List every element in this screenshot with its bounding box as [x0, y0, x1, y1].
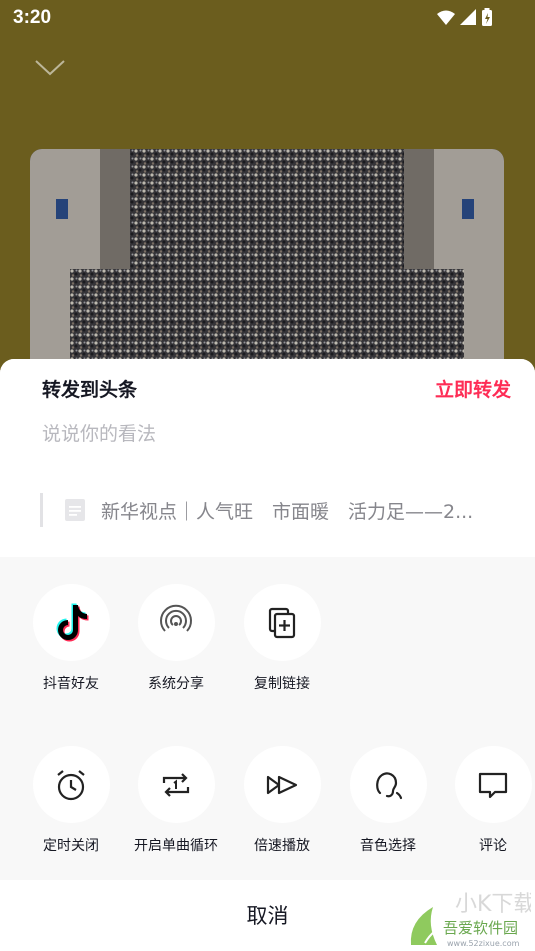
status-time: 3:20 — [13, 7, 52, 28]
quoted-article: 新华视点｜人气旺 市面暖 活力足——2... — [40, 493, 510, 527]
share-system[interactable]: 系统分享 — [116, 584, 236, 693]
repeat-one-icon — [162, 772, 190, 797]
article-icon — [65, 499, 85, 521]
share-douyin-friends[interactable]: 抖音好友 — [11, 584, 131, 693]
voice-select-label: 音色选择 — [360, 838, 416, 854]
timer-off-label: 定时关闭 — [43, 838, 99, 854]
share-sheet: 转发到头条 立即转发 说说你的看法 新华视点｜人气旺 市面暖 活力足——2... — [0, 359, 535, 951]
share-douyin-label: 抖音好友 — [43, 676, 99, 692]
comment-icon — [478, 772, 508, 798]
voice-select[interactable]: 音色选择 — [328, 746, 448, 855]
system-share-icon — [160, 604, 192, 632]
repost-panel: 转发到头条 立即转发 说说你的看法 新华视点｜人气旺 市面暖 活力足——2... — [0, 359, 535, 557]
alarm-clock-icon — [57, 769, 85, 800]
voice-icon — [376, 771, 403, 799]
signal-icon — [460, 9, 476, 25]
crowd-image — [30, 149, 504, 379]
speed-icon — [266, 775, 298, 794]
cancel-label: 取消 — [246, 904, 289, 928]
repeat-one-label: 开启单曲循环 — [134, 838, 218, 854]
copy-link-icon — [268, 607, 296, 638]
comments-label: 评论 — [479, 838, 507, 854]
copy-link[interactable]: 复制链接 — [222, 584, 342, 693]
chevron-down-icon[interactable] — [34, 58, 66, 78]
opinion-input[interactable]: 说说你的看法 — [42, 419, 156, 446]
share-system-label: 系统分享 — [148, 676, 204, 692]
timer-off[interactable]: 定时关闭 — [11, 746, 131, 855]
function-row: 定时关闭 开启单曲循环 倍速播放 音色选择 评论 — [0, 719, 535, 881]
watermark-logo: 小K下载 吾爱软件园 www.52zixue.com — [410, 892, 531, 948]
playback-speed[interactable]: 倍速播放 — [222, 746, 342, 855]
playback-speed-label: 倍速播放 — [254, 838, 310, 854]
battery-icon — [482, 8, 492, 26]
wifi-icon — [437, 10, 455, 25]
douyin-icon — [56, 603, 89, 641]
share-row: 抖音好友 系统分享 复制链接 — [0, 557, 535, 719]
repeat-one[interactable]: 开启单曲循环 — [116, 746, 236, 855]
status-bar: 3:20 — [0, 0, 535, 36]
svg-text:www.52zixue.com: www.52zixue.com — [447, 939, 520, 948]
svg-text:吾爱软件园: 吾爱软件园 — [443, 919, 518, 937]
comments[interactable]: 评论 — [433, 746, 535, 855]
status-icons — [437, 8, 492, 26]
svg-text:小K下载: 小K下载 — [455, 892, 531, 917]
repost-title: 转发到头条 — [42, 379, 138, 401]
repost-now-button[interactable]: 立即转发 — [435, 375, 511, 402]
video-cover[interactable] — [30, 149, 504, 379]
quoted-article-title: 新华视点｜人气旺 市面暖 活力足——2... — [101, 501, 474, 523]
copy-link-label: 复制链接 — [254, 676, 310, 692]
